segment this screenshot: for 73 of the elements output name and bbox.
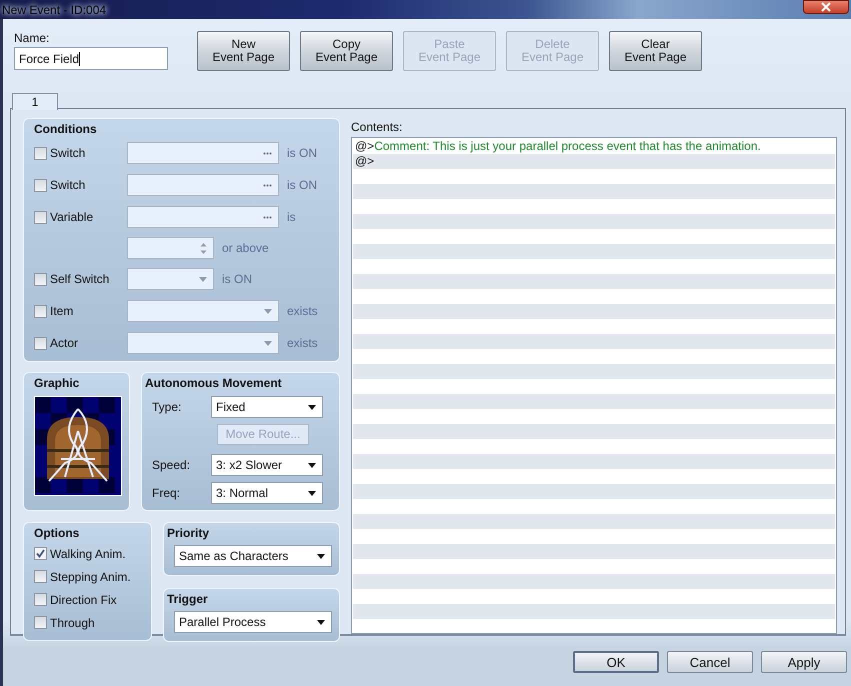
tab[interactable]: 1 xyxy=(12,93,58,110)
checkbox[interactable] xyxy=(34,304,47,318)
caret-icon xyxy=(308,404,316,410)
page-button[interactable]: Clear Event Page xyxy=(609,31,702,71)
caret-icon xyxy=(317,620,325,624)
checkbox[interactable] xyxy=(34,547,47,560)
checkbox-label: Direction Fix xyxy=(50,592,117,606)
dropdown[interactable]: Parallel Process xyxy=(174,611,332,633)
checkbox-label: Walking Anim. xyxy=(50,546,126,560)
group-title: Priority xyxy=(167,526,210,540)
checkbox-label: Variable xyxy=(50,210,94,224)
condition-suffix: is ON xyxy=(287,178,317,192)
condition-suffix: or above xyxy=(222,241,269,255)
caret-icon xyxy=(264,340,272,346)
ellipsis-icon xyxy=(263,184,272,186)
ellipsis-icon xyxy=(263,216,272,218)
dropdown[interactable] xyxy=(127,332,279,354)
page-button[interactable]: New Event Page xyxy=(197,31,290,71)
caret-icon xyxy=(308,462,316,468)
condition-suffix: is ON xyxy=(222,272,252,286)
dialog-button[interactable]: OK xyxy=(573,651,659,673)
picker-field[interactable] xyxy=(127,174,279,196)
caret-icon xyxy=(264,308,272,314)
checkbox-label: Stepping Anim. xyxy=(50,570,131,584)
checkbox[interactable] xyxy=(34,178,47,192)
ellipsis-icon xyxy=(263,152,272,154)
field-label: Type: xyxy=(151,400,182,414)
dropdown[interactable] xyxy=(127,268,214,290)
condition-suffix: is xyxy=(287,210,296,224)
caret-icon xyxy=(199,276,207,282)
checkbox[interactable] xyxy=(34,146,47,160)
checkbox-label: Actor xyxy=(50,336,78,350)
group-title: Trigger xyxy=(167,592,209,606)
group-title: Graphic xyxy=(34,376,80,390)
condition-suffix: exists xyxy=(287,304,318,318)
checkbox[interactable] xyxy=(34,336,47,350)
checkbox-label: Self Switch xyxy=(50,272,110,286)
name-field[interactable]: Force Field xyxy=(14,47,168,70)
checkbox[interactable] xyxy=(34,570,47,583)
dropdown[interactable]: 3: x2 Slower xyxy=(211,454,323,476)
dialog-button[interactable]: Apply xyxy=(761,651,847,673)
caret-icon xyxy=(308,490,316,496)
close-button[interactable] xyxy=(803,0,849,14)
checkbox-label: Through xyxy=(50,616,95,630)
checkbox-label: Item xyxy=(50,304,74,318)
checkbox-label: Switch xyxy=(50,146,86,160)
name-label: Name: xyxy=(14,31,50,45)
field-label: Speed: xyxy=(151,458,192,472)
checkbox[interactable] xyxy=(34,210,47,224)
checkbox-label: Switch xyxy=(50,178,86,192)
field-label: Freq: xyxy=(151,486,182,500)
group-title: Conditions xyxy=(34,122,98,136)
dialog-button[interactable]: Cancel xyxy=(667,651,753,673)
picker-field[interactable] xyxy=(127,142,279,164)
close-icon xyxy=(820,2,832,12)
checkbox[interactable] xyxy=(34,272,47,286)
condition-suffix: exists xyxy=(287,336,318,350)
condition-suffix: is ON xyxy=(287,146,317,160)
group-title: Autonomous Movement xyxy=(145,376,283,390)
window-title: New Event - ID:004 xyxy=(2,2,106,16)
dropdown[interactable] xyxy=(127,300,279,322)
dropdown[interactable]: Same as Characters xyxy=(174,545,332,567)
contents-label: Contents: xyxy=(351,120,404,134)
group-title: Options xyxy=(34,526,80,540)
spin-arrows-icon xyxy=(200,242,207,254)
dropdown[interactable]: Fixed xyxy=(211,396,323,418)
page-button[interactable]: Copy Event Page xyxy=(300,31,393,71)
dropdown[interactable]: 3: Normal xyxy=(211,482,323,504)
checkbox[interactable] xyxy=(34,616,47,629)
number-field[interactable] xyxy=(127,237,214,259)
checkbox[interactable] xyxy=(34,593,47,606)
caret-icon xyxy=(317,554,325,558)
picker-field[interactable] xyxy=(127,206,279,228)
